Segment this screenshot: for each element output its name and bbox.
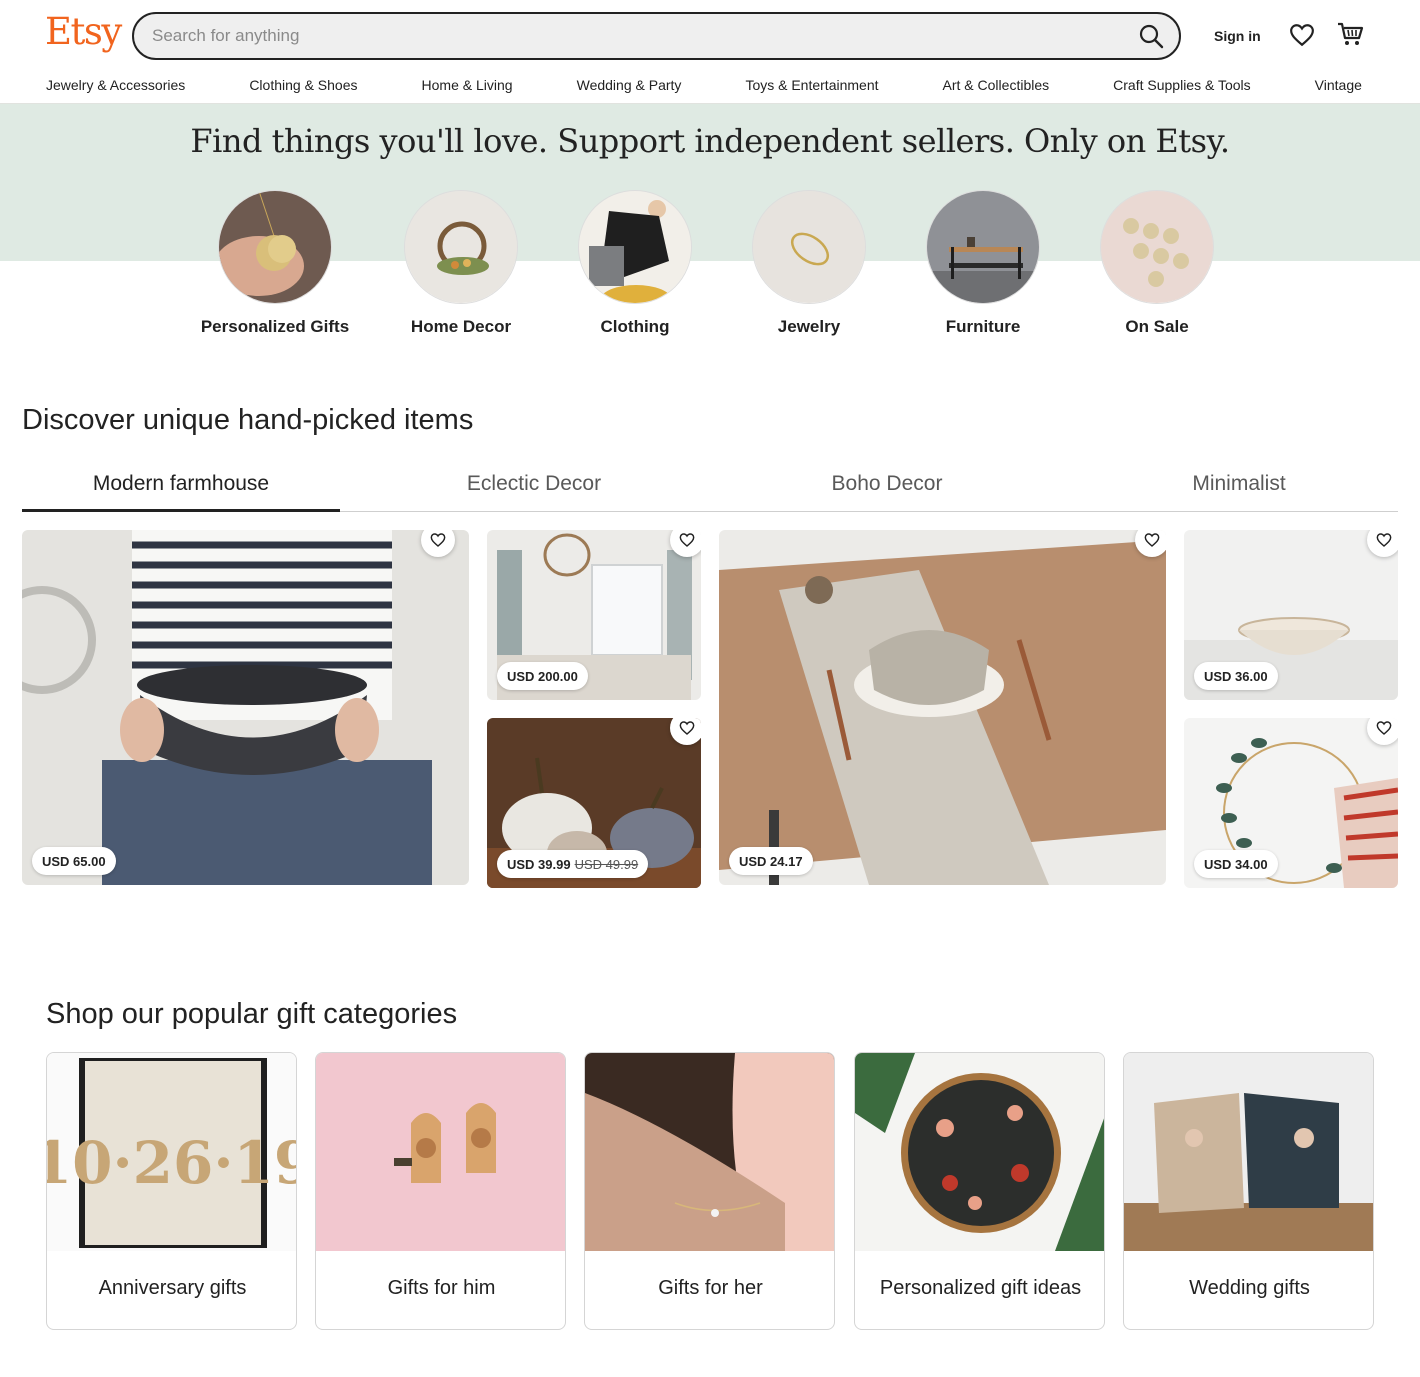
circle-category-jewelry[interactable]: Jewelry (722, 190, 896, 337)
search-icon (1139, 24, 1164, 49)
cart-icon (1338, 22, 1364, 45)
price-badge: USD 39.99 USD 49.99 (497, 850, 649, 878)
site-header: Etsy Sign in Jewelry & Accessories Cloth… (0, 0, 1420, 104)
heart-icon (1290, 24, 1314, 47)
discover-title: Discover unique hand-picked items (22, 404, 474, 436)
favorites-button[interactable] (1289, 22, 1315, 48)
gift-label: Gifts for her (658, 1277, 763, 1299)
heart-icon (679, 533, 695, 547)
original-price: USD 49.99 (574, 856, 639, 872)
circle-category-furniture[interactable]: Furniture (896, 190, 1070, 337)
etsy-logo[interactable]: Etsy (45, 10, 122, 53)
gift-image: 10·26·19 (47, 1053, 297, 1251)
heart-icon (430, 533, 446, 547)
gift-image (855, 1053, 1104, 1251)
circle-label: Home Decor (410, 317, 512, 336)
nav-item-home[interactable]: Home & Living (422, 77, 513, 93)
heart-icon (1144, 533, 1160, 547)
search-input[interactable] (152, 14, 1112, 58)
category-image (1100, 190, 1214, 304)
listing-card[interactable]: USD 36.00 (1184, 530, 1398, 700)
heart-icon (1376, 533, 1392, 547)
listing-card[interactable]: USD 34.00 (1184, 718, 1398, 888)
tab-boho-decor[interactable]: Boho Decor (728, 472, 1046, 496)
circle-category-on-sale[interactable]: On Sale (1070, 190, 1244, 337)
gifts-title: Shop our popular gift categories (46, 998, 458, 1030)
category-image (752, 190, 866, 304)
listing-card[interactable]: USD 65.00 (22, 530, 469, 885)
category-image (404, 190, 518, 304)
circle-label: Personalized Gifts (200, 317, 350, 336)
gift-category-him[interactable]: Gifts for him (315, 1052, 566, 1330)
active-tab-indicator (22, 509, 340, 512)
gift-image (585, 1053, 834, 1251)
nav-item-vintage[interactable]: Vintage (1315, 77, 1362, 93)
circle-label: Jewelry (777, 317, 841, 336)
category-image (218, 190, 332, 304)
listing-image (22, 530, 469, 885)
gift-category-personalized[interactable]: Personalized gift ideas (854, 1052, 1105, 1330)
circle-category-clothing[interactable]: Clothing (548, 190, 722, 337)
category-image (578, 190, 692, 304)
nav-item-jewelry[interactable]: Jewelry & Accessories (46, 77, 185, 93)
price-badge: USD 24.17 (729, 847, 813, 875)
circle-label: Furniture (945, 317, 1021, 336)
nav-item-art[interactable]: Art & Collectibles (943, 77, 1050, 93)
svg-text:10·26·19: 10·26·19 (47, 1129, 297, 1197)
gift-image (1124, 1053, 1373, 1251)
listing-image (719, 530, 1166, 885)
gift-label: Gifts for him (387, 1277, 496, 1299)
hero-categories: Personalized Gifts Home Decor Clothing J… (0, 190, 1420, 340)
circle-category-home-decor[interactable]: Home Decor (374, 190, 548, 337)
search-bar[interactable] (132, 12, 1181, 60)
sign-in-link[interactable]: Sign in (1214, 28, 1261, 44)
gift-label: Anniversary gifts (98, 1277, 247, 1299)
price-badge: USD 200.00 (497, 662, 588, 690)
category-image (926, 190, 1040, 304)
hero-title: Find things you'll love. Support indepen… (190, 122, 1230, 160)
heart-icon (1376, 721, 1392, 735)
tab-eclectic-decor[interactable]: Eclectic Decor (375, 472, 693, 496)
gift-image (316, 1053, 565, 1251)
circle-label: Clothing (600, 317, 670, 336)
listing-card[interactable]: USD 24.17 (719, 530, 1166, 885)
nav-item-wedding[interactable]: Wedding & Party (577, 77, 682, 93)
style-tabs: Modern farmhouse Eclectic Decor Boho Dec… (22, 462, 1398, 512)
tab-modern-farmhouse[interactable]: Modern farmhouse (22, 472, 340, 496)
gift-category-wedding[interactable]: Wedding gifts (1123, 1052, 1374, 1330)
nav-item-craft[interactable]: Craft Supplies & Tools (1113, 77, 1250, 93)
price-badge: USD 65.00 (32, 847, 116, 875)
category-nav: Jewelry & Accessories Clothing & Shoes H… (46, 77, 1362, 93)
price-badge: USD 36.00 (1194, 662, 1278, 690)
heart-icon (679, 721, 695, 735)
circle-category-personalized-gifts[interactable]: Personalized Gifts (188, 190, 362, 337)
gift-label: Wedding gifts (1189, 1277, 1310, 1299)
tab-minimalist[interactable]: Minimalist (1080, 472, 1398, 496)
listing-card[interactable]: USD 39.99 USD 49.99 (487, 718, 701, 888)
sale-price: USD 39.99 (507, 856, 571, 872)
search-button[interactable] (1137, 22, 1167, 52)
gift-label: Personalized gift ideas (879, 1277, 1082, 1299)
cart-button[interactable] (1336, 20, 1364, 48)
listing-card[interactable]: USD 200.00 (487, 530, 701, 700)
circle-label: On Sale (1125, 317, 1189, 336)
nav-item-toys[interactable]: Toys & Entertainment (745, 77, 878, 93)
gift-category-her[interactable]: Gifts for her (584, 1052, 835, 1330)
nav-item-clothing[interactable]: Clothing & Shoes (249, 77, 357, 93)
price-badge: USD 34.00 (1194, 850, 1278, 878)
gift-category-anniversary[interactable]: 10·26·19 Anniversary gifts (46, 1052, 297, 1330)
